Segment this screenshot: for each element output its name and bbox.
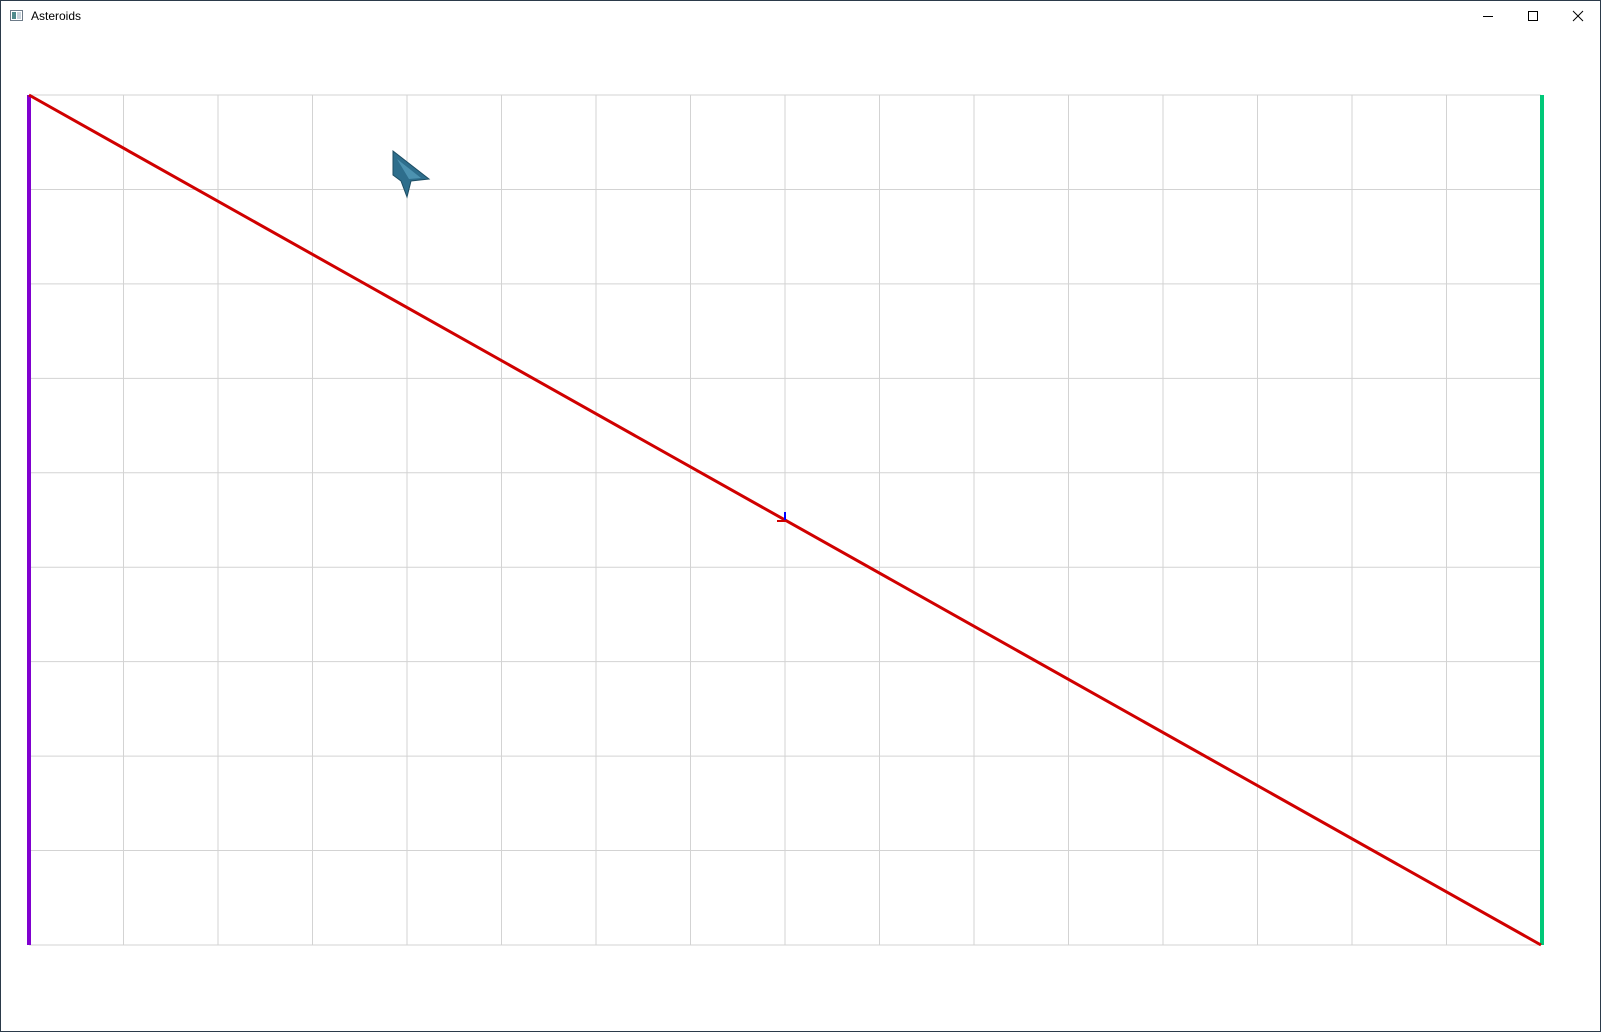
game-canvas[interactable] xyxy=(1,31,1600,1031)
game-scene xyxy=(27,93,1544,947)
title-bar[interactable]: Asteroids xyxy=(1,1,1600,31)
maximize-icon xyxy=(1528,11,1538,21)
close-button[interactable] xyxy=(1555,1,1600,31)
close-icon xyxy=(1572,10,1584,22)
minimize-button[interactable] xyxy=(1465,1,1510,31)
window-title: Asteroids xyxy=(31,9,82,23)
app-window: Asteroids xyxy=(0,0,1601,1032)
maximize-button[interactable] xyxy=(1510,1,1555,31)
app-window-icon xyxy=(10,10,23,21)
minimize-icon xyxy=(1483,16,1493,17)
